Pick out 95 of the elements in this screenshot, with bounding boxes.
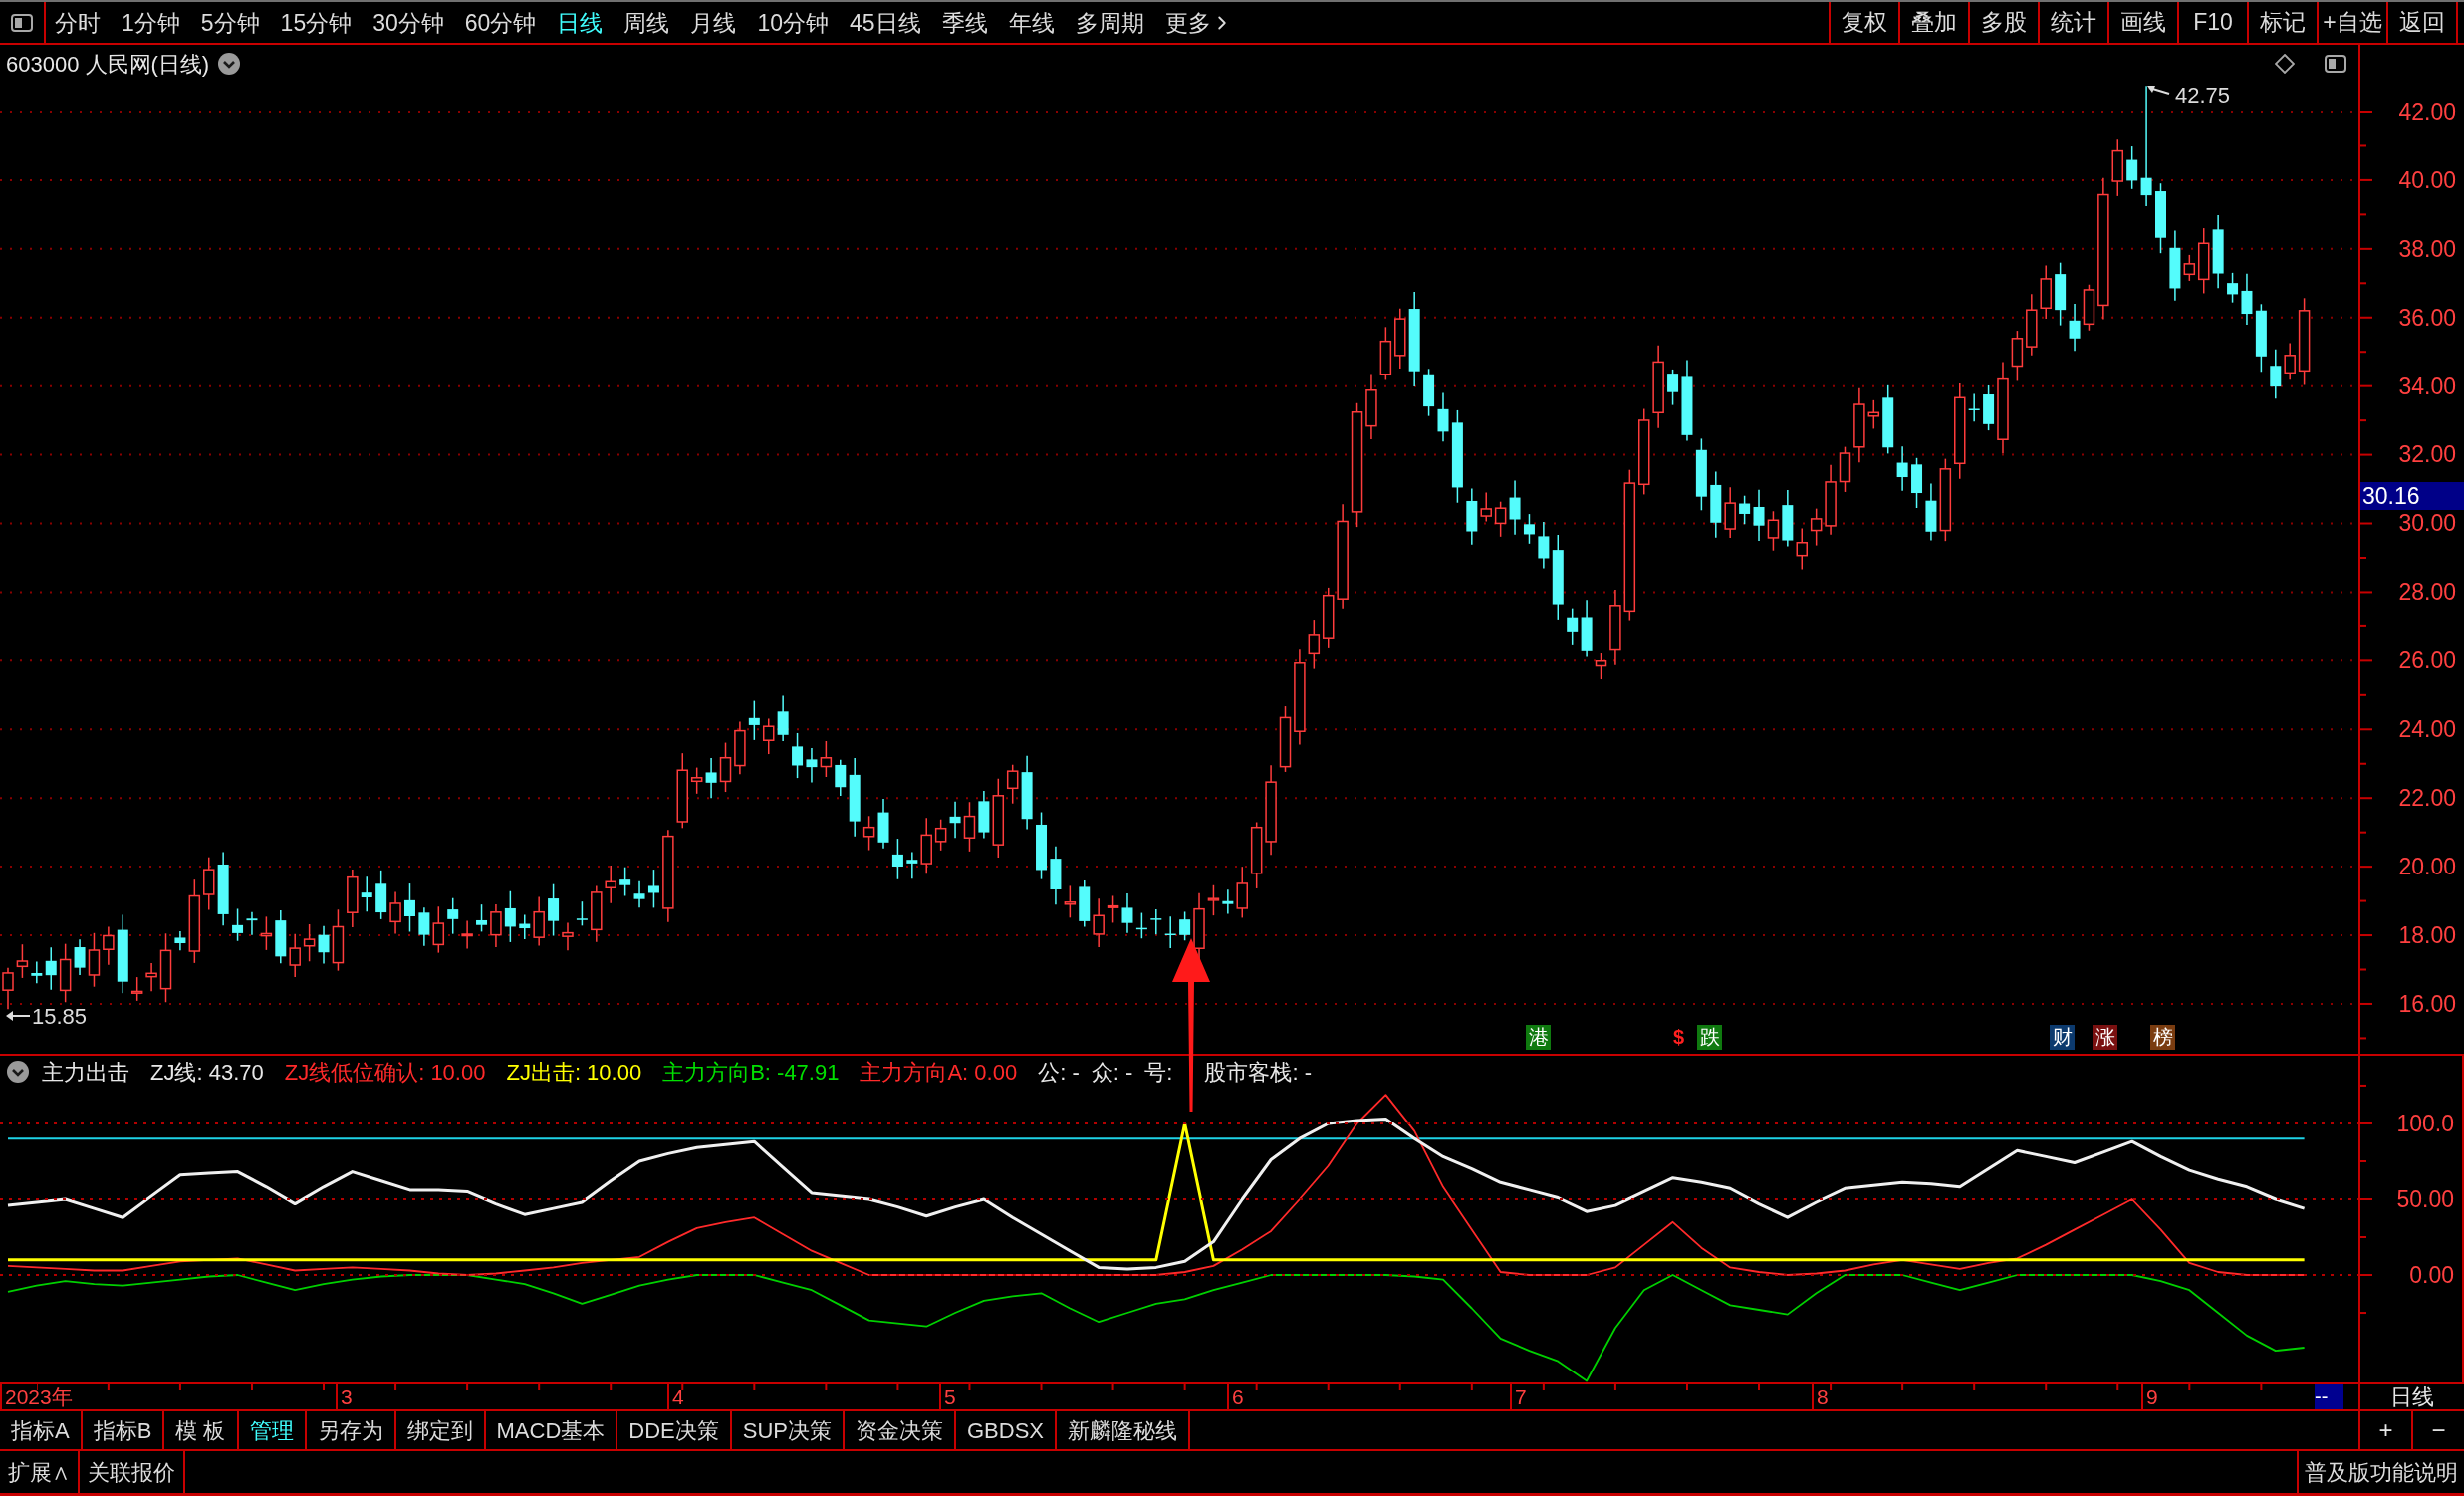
footer-button[interactable]: 扩展∧ [0, 1451, 80, 1493]
month-label: 8 [1812, 1384, 1829, 1409]
month-label: 9 [2141, 1384, 2158, 1409]
indicator-title: 主力出击 [42, 1058, 129, 1087]
diamond-icon[interactable] [2275, 54, 2295, 74]
legend-value: 主力方向A: 0.00 [860, 1058, 1018, 1087]
price-axis-label: 40.00 [2398, 166, 2456, 193]
toolbar-button[interactable]: 叠加 [1898, 2, 1968, 43]
price-axis-label: 28.00 [2398, 579, 2456, 606]
period-tab[interactable]: 多周期 [1075, 7, 1144, 38]
period-tab[interactable]: 周线 [623, 7, 670, 38]
legend-value: 主力方向B: -47.91 [662, 1058, 840, 1087]
period-tab[interactable]: 分时 [55, 7, 101, 38]
period-tab[interactable]: 月线 [690, 7, 737, 38]
leader-arrow [2147, 86, 2170, 95]
period-tab[interactable]: 15分钟 [280, 7, 353, 38]
indicator-tab[interactable]: 资金决策 [845, 1411, 956, 1449]
indicator-tab[interactable]: MACD基本 [485, 1411, 618, 1449]
month-label: 7 [1510, 1384, 1527, 1409]
cursor-date-label: -- [2315, 1384, 2343, 1409]
month-label: 4 [667, 1384, 684, 1409]
indicator-tab[interactable]: 另存为 [306, 1411, 396, 1449]
panel-toggle-icon[interactable] [2325, 55, 2346, 73]
footer-button[interactable]: 关联报价 [80, 1451, 185, 1493]
indicator-tab[interactable]: SUP决策 [731, 1411, 845, 1449]
period-tab[interactable]: 季线 [941, 7, 988, 38]
zoom-button[interactable]: − [2411, 1411, 2464, 1449]
period-tab[interactable]: 1分钟 [122, 7, 180, 38]
price-axis-label: 34.00 [2398, 373, 2456, 399]
legend-value: 公: - [1038, 1058, 1080, 1087]
panel-toggle-icon [11, 13, 33, 32]
dropdown-icon[interactable] [217, 52, 242, 76]
price-axis-label: 16.00 [2398, 990, 2456, 1017]
period-tab[interactable]: 60分钟 [464, 7, 537, 38]
event-marker[interactable]: 财 [2050, 1025, 2075, 1050]
indicator-tab[interactable]: 指标B [82, 1411, 165, 1449]
price-axis-label: 36.00 [2398, 304, 2456, 331]
event-marker[interactable]: 涨 [2093, 1025, 2117, 1050]
event-marker[interactable]: 榜 [2150, 1025, 2175, 1050]
indicator-tab[interactable]: 新麟隆秘线 [1057, 1411, 1190, 1449]
event-marker[interactable]: 跌 [1697, 1025, 1722, 1050]
indicator-axis-label: 50.00 [2396, 1186, 2454, 1212]
month-label: 6 [1227, 1384, 1244, 1409]
toolbar-button[interactable]: 返回 [2386, 2, 2456, 43]
legend-value: 众: - [1091, 1058, 1133, 1087]
period-label: 日线 [2358, 1384, 2464, 1411]
period-tab[interactable]: 10分钟 [757, 7, 829, 38]
month-label: 2023年 [0, 1384, 73, 1409]
toolbar-button[interactable]: 多股 [1968, 2, 2038, 43]
price-axis-label: 42.00 [2398, 98, 2456, 125]
help-button[interactable]: 普及版功能说明 [2297, 1451, 2464, 1493]
legend-value: ZJ出击: 10.00 [506, 1058, 642, 1087]
indicator-tab[interactable]: DDE决策 [617, 1411, 732, 1449]
zoom-button[interactable]: + [2358, 1411, 2411, 1449]
period-tab[interactable]: 日线 [557, 7, 604, 38]
event-marker[interactable]: 港 [1526, 1025, 1551, 1050]
legend-value: ZJ线低位确认: 10.00 [284, 1058, 486, 1087]
indicator-tab[interactable]: 绑定到 [395, 1411, 486, 1449]
toolbar-button[interactable]: 标记 [2247, 2, 2317, 43]
indicator-tab[interactable]: 指标A [0, 1411, 83, 1449]
month-label: 3 [336, 1384, 353, 1409]
indicator-axis-label: 0.00 [2409, 1262, 2454, 1288]
indicator-tab[interactable]: GBDSX [956, 1411, 1057, 1449]
period-tab[interactable]: 年线 [1008, 7, 1055, 38]
price-axis-label: 22.00 [2398, 785, 2456, 811]
toolbar-button[interactable]: 画线 [2107, 2, 2177, 43]
leader-arrow [6, 1011, 31, 1021]
indicator-tab[interactable]: 模 板 [164, 1411, 239, 1449]
price-axis-label: 38.00 [2398, 235, 2456, 262]
price-axis-label: 30.00 [2398, 510, 2456, 537]
toolbar-button[interactable]: +自选 [2317, 2, 2386, 43]
price-axis-label: 24.00 [2398, 716, 2456, 743]
period-tab[interactable]: 30分钟 [372, 7, 444, 38]
current-price-label: 30.16 [2360, 482, 2464, 510]
toolbar-button[interactable]: 统计 [2038, 2, 2107, 43]
indicator-tab[interactable]: 管理 [238, 1411, 307, 1449]
legend-value: 号: [1144, 1058, 1173, 1087]
event-marker[interactable]: $ [1673, 1025, 1685, 1050]
indicator-axis-label: 100.0 [2396, 1110, 2454, 1136]
legend-value: ZJ线: 43.70 [150, 1058, 264, 1087]
price-axis-label: 18.00 [2398, 921, 2456, 948]
dropdown-icon[interactable] [6, 1060, 30, 1084]
chart-title: 603000 人民网(日线) [6, 50, 210, 79]
price-axis-label: 32.00 [2398, 441, 2456, 468]
period-tab[interactable]: 45日线 [849, 7, 921, 38]
price-label: 15.85 [32, 1004, 88, 1029]
period-tab[interactable]: 5分钟 [200, 7, 260, 38]
month-label: 5 [939, 1384, 956, 1409]
price-axis-label: 26.00 [2398, 647, 2456, 674]
toolbar-button[interactable]: F10 [2177, 2, 2247, 43]
more-button[interactable]: 更多 [1164, 7, 1233, 38]
toolbar-button[interactable]: 复权 [1829, 2, 1898, 43]
price-axis-label: 20.00 [2398, 853, 2456, 879]
legend-value: 股市客栈: - [1204, 1058, 1312, 1087]
price-label: 42.75 [2175, 83, 2231, 108]
